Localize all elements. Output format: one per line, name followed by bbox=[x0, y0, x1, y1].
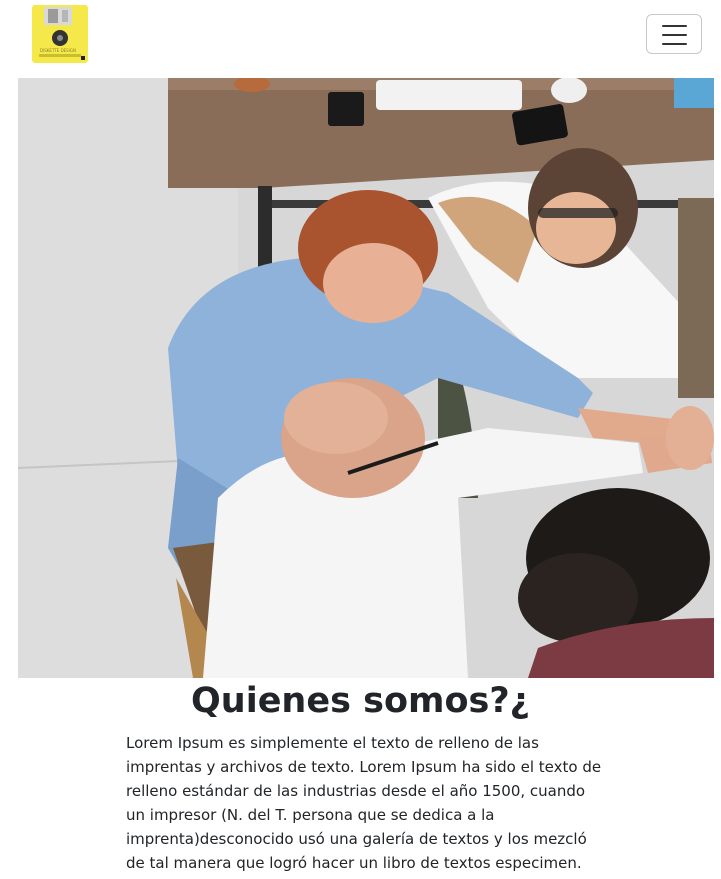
hamburger-icon-line bbox=[662, 43, 687, 45]
page-title: Quienes somos?¿ bbox=[191, 681, 530, 721]
logo-caption: DISKETTE DESIGN bbox=[40, 48, 76, 53]
brand-logo[interactable]: DISKETTE DESIGN bbox=[30, 4, 90, 64]
hero-image bbox=[18, 78, 714, 678]
navbar-toggle-button[interactable] bbox=[646, 14, 702, 54]
navbar: DISKETTE DESIGN bbox=[0, 0, 721, 78]
diskette-logo-icon: DISKETTE DESIGN bbox=[32, 5, 88, 63]
about-description: Lorem Ipsum es simplemente el texto de r… bbox=[126, 734, 602, 872]
hamburger-icon-line bbox=[662, 34, 687, 36]
hamburger-icon-line bbox=[662, 25, 687, 27]
